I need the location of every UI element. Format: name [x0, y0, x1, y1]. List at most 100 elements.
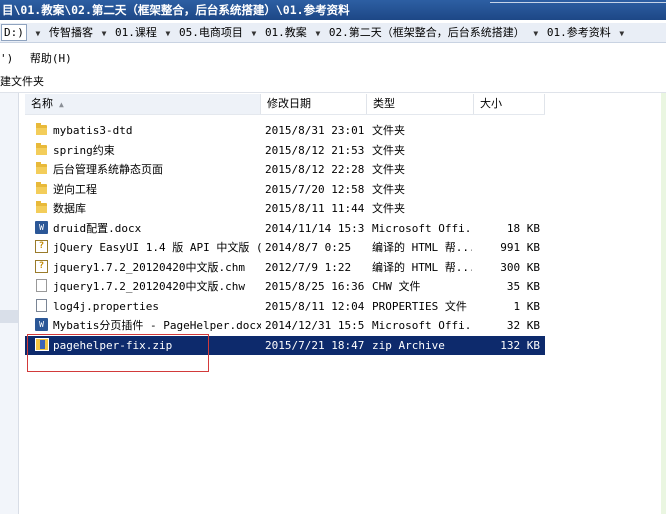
file-date: 2015/8/12 21:53 — [265, 143, 365, 157]
file-size — [474, 141, 540, 160]
file-row[interactable]: W Mybatis分页插件 - PageHelper.docx 2014/12/… — [25, 316, 545, 336]
file-list: mybatis3-dtd 2015/8/31 23:01 文件夹 spring约… — [25, 121, 545, 355]
file-type: 文件夹 — [372, 202, 405, 215]
file-name: druid配置.docx — [53, 221, 142, 235]
menu-item-help[interactable]: 帮助(H) — [30, 52, 72, 65]
chevron-down-icon[interactable]: ▼ — [166, 24, 171, 42]
file-row[interactable]: log4j.properties 2015/8/11 12:04 PROPERT… — [25, 297, 545, 317]
file-date: 2015/8/11 12:04 — [265, 299, 365, 313]
file-date: 2014/8/7 0:25 — [265, 241, 352, 254]
menu-item-tools[interactable]: ') — [0, 52, 13, 65]
navigation-pane[interactable] — [0, 93, 19, 514]
file-type: 文件夹 — [372, 163, 405, 176]
file-row[interactable]: ? jQuery EasyUI 1.4 版 API 中文版 (M... 2014… — [25, 238, 545, 258]
file-date: 2014/11/14 15:31 — [265, 221, 365, 235]
chevron-down-icon[interactable]: ▼ — [533, 24, 538, 42]
file-name: 逆向工程 — [53, 182, 97, 196]
zip-archive-icon — [35, 337, 49, 352]
file-size: 132 KB — [500, 338, 540, 352]
file-name: 后台管理系统静态页面 — [53, 163, 163, 176]
chevron-down-icon[interactable]: ▼ — [36, 24, 41, 42]
file-name: 数据库 — [53, 202, 86, 215]
navigation-selected-item[interactable] — [0, 310, 18, 323]
file-size: 991 KB — [500, 241, 540, 254]
title-divider — [490, 2, 666, 6]
address-bar[interactable]: D:) ▼ 传智播客 ▼ 01.课程 ▼ 05.电商项目 ▼ 01.教案 ▼ 0… — [0, 23, 666, 43]
sort-ascending-icon: ▲ — [59, 100, 64, 109]
word-doc-icon: W — [35, 220, 49, 235]
chevron-down-icon[interactable]: ▼ — [619, 24, 624, 42]
file-name: mybatis3-dtd — [53, 124, 133, 137]
file-size — [474, 180, 540, 199]
breadcrumb-segment[interactable]: 05.电商项目 — [179, 23, 243, 42]
breadcrumb-segment[interactable]: 01.教案 — [265, 23, 307, 42]
file-date: 2012/7/9 1:22 — [265, 260, 352, 274]
file-size: 1 KB — [513, 299, 541, 313]
file-type: CHW 文件 — [372, 280, 421, 293]
blank-file-icon — [35, 279, 49, 293]
file-date: 2014/12/31 15:55 — [265, 319, 365, 332]
file-size — [474, 121, 540, 140]
address-drive[interactable]: D:) — [1, 24, 27, 41]
folder-icon — [35, 123, 49, 137]
file-row[interactable]: ? jquery1.7.2_20120420中文版.chm 2012/7/9 1… — [25, 258, 545, 278]
file-size: 18 KB — [506, 221, 540, 235]
breadcrumb-segment[interactable]: 02.第二天（框架整合，后台系统搭建） — [329, 23, 525, 42]
file-name: jQuery EasyUI 1.4 版 API 中文版 (M... — [53, 241, 261, 254]
chm-help-icon: ? — [35, 240, 49, 254]
column-header-name-label: 名称 — [31, 97, 53, 110]
folder-icon — [35, 142, 49, 157]
file-name: Mybatis分页插件 - PageHelper.docx — [53, 319, 261, 332]
file-type: 文件夹 — [372, 124, 405, 137]
column-header-date[interactable]: 修改日期 — [261, 94, 367, 114]
word-doc-icon: W — [35, 318, 49, 332]
file-row[interactable]: jquery1.7.2_20120420中文版.chw 2015/8/25 16… — [25, 277, 545, 297]
file-row-selected[interactable]: pagehelper-fix.zip 2015/7/21 18:47 zip A… — [25, 335, 545, 355]
file-row[interactable]: spring约束 2015/8/12 21:53 文件夹 — [25, 141, 545, 161]
column-header: 名称 ▲ 修改日期 类型 大小 — [25, 94, 545, 115]
file-date: 2015/8/25 16:36 — [265, 280, 365, 293]
file-type: zip Archive — [372, 338, 445, 352]
column-header-name[interactable]: 名称 ▲ — [25, 94, 261, 114]
folder-icon — [35, 201, 49, 215]
file-type: Microsoft Offi... — [372, 221, 472, 235]
file-size: 32 KB — [506, 319, 540, 332]
chevron-down-icon[interactable]: ▼ — [251, 24, 256, 42]
breadcrumb-segment[interactable]: 01.课程 — [115, 23, 157, 42]
chevron-down-icon[interactable]: ▼ — [315, 24, 320, 42]
file-type: 编译的 HTML 帮... — [372, 241, 472, 254]
file-size — [474, 199, 540, 218]
file-date: 2015/7/21 18:47 — [265, 338, 365, 352]
file-row[interactable]: 后台管理系统静态页面 2015/8/12 22:28 文件夹 — [25, 160, 545, 180]
file-size: 300 KB — [500, 260, 540, 274]
file-type: PROPERTIES 文件 — [372, 299, 467, 313]
blank-file-icon — [35, 298, 49, 313]
file-name: log4j.properties — [53, 299, 159, 313]
file-row[interactable]: 数据库 2015/8/11 11:44 文件夹 — [25, 199, 545, 219]
file-row[interactable]: W druid配置.docx 2014/11/14 15:31 Microsof… — [25, 219, 545, 239]
folder-icon — [35, 162, 49, 176]
file-name: pagehelper-fix.zip — [53, 338, 173, 352]
folder-icon — [35, 181, 49, 196]
chm-help-icon: ? — [35, 259, 49, 274]
column-header-type[interactable]: 类型 — [367, 94, 474, 114]
file-row[interactable]: 逆向工程 2015/7/20 12:58 文件夹 — [25, 180, 545, 200]
file-name: spring约束 — [53, 143, 115, 157]
file-type: 编译的 HTML 帮... — [372, 260, 472, 274]
menu-bar: ') 帮助(H) — [0, 47, 666, 71]
file-size: 35 KB — [506, 280, 540, 293]
file-name: jquery1.7.2_20120420中文版.chw — [53, 280, 245, 293]
chevron-down-icon[interactable]: ▼ — [102, 24, 107, 42]
file-date: 2015/8/12 22:28 — [265, 163, 365, 176]
breadcrumb-segment[interactable]: 传智播客 — [49, 23, 93, 42]
file-date: 2015/8/11 11:44 — [265, 202, 365, 215]
window-title-bar: 目\01.教案\02.第二天（框架整合，后台系统搭建）\01.参考资料 — [0, 0, 666, 20]
breadcrumb-segment[interactable]: 01.参考资料 — [547, 23, 611, 42]
window-title: 目\01.教案\02.第二天（框架整合，后台系统搭建）\01.参考资料 — [2, 3, 350, 17]
file-type: 文件夹 — [372, 143, 405, 157]
file-type: 文件夹 — [372, 182, 405, 196]
column-header-size[interactable]: 大小 — [474, 94, 545, 114]
file-row[interactable]: mybatis3-dtd 2015/8/31 23:01 文件夹 — [25, 121, 545, 141]
new-folder-button[interactable]: 建文件夹 — [0, 75, 44, 88]
file-date: 2015/7/20 12:58 — [265, 182, 365, 196]
